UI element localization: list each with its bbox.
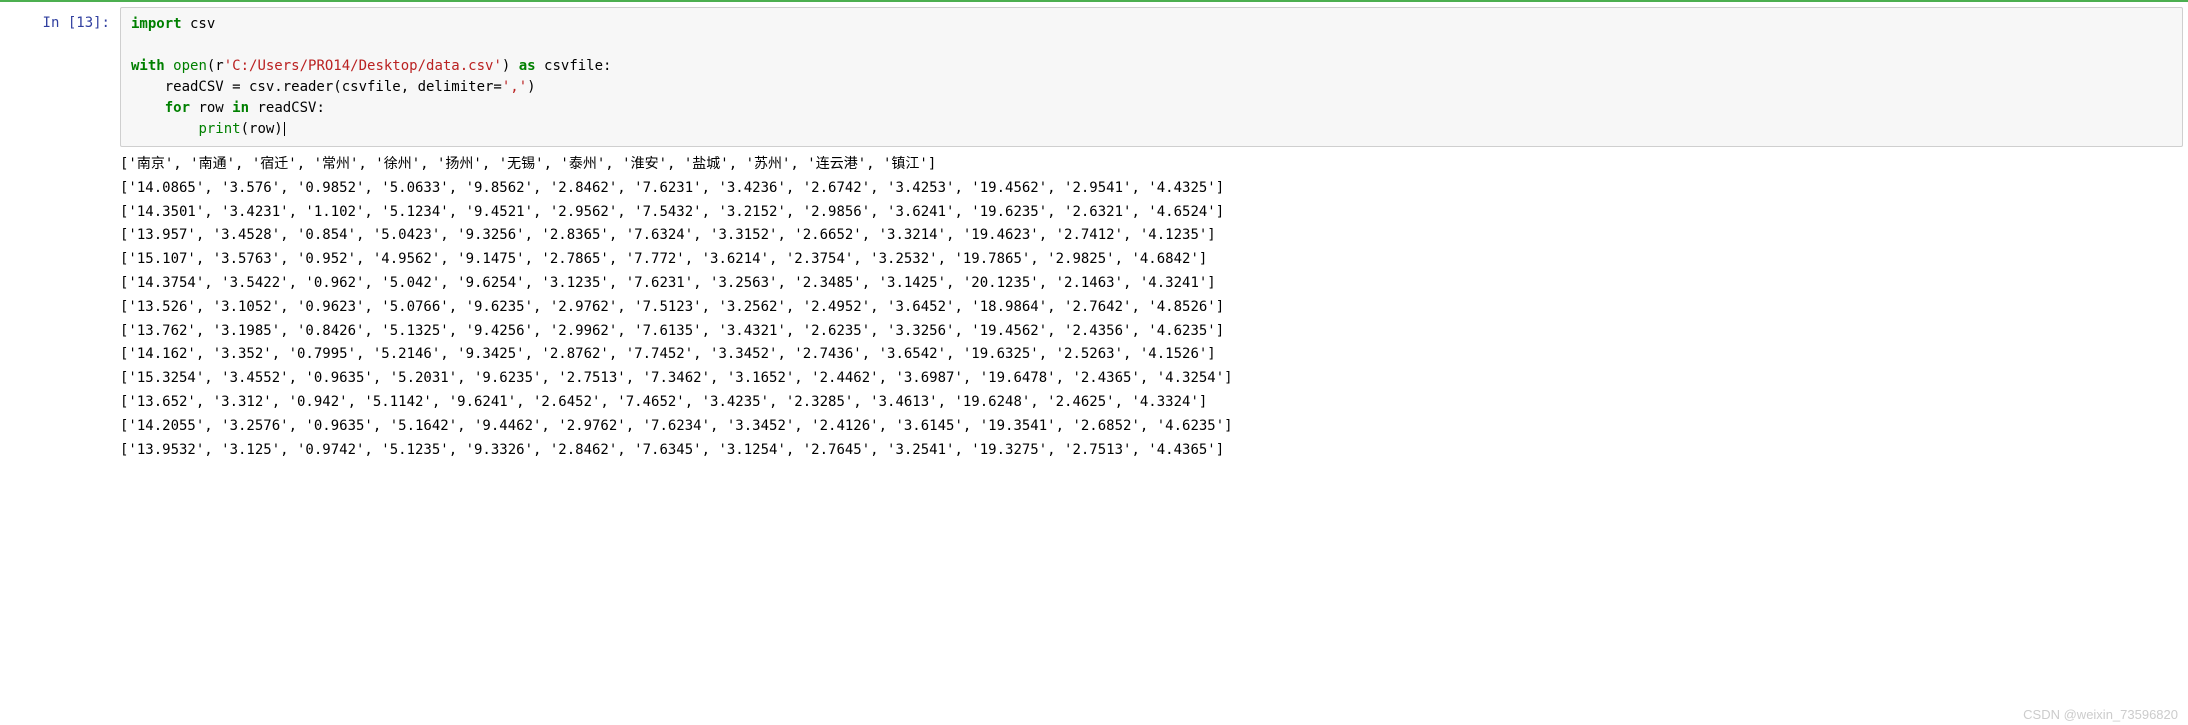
builtin-open: open xyxy=(173,58,207,74)
prompt-label: In xyxy=(43,15,60,31)
keyword-import: import xyxy=(131,16,182,32)
code-text xyxy=(131,121,198,137)
notebook-cell: In [13]: import csv with open(r'C:/Users… xyxy=(0,0,2188,462)
keyword-as: as xyxy=(519,58,536,74)
keyword-with: with xyxy=(131,58,165,74)
input-prompt: In [13]: xyxy=(0,7,120,462)
code-text: ) xyxy=(527,79,535,95)
text-cursor xyxy=(284,122,285,136)
code-text: (row) xyxy=(241,121,283,137)
string-path: 'C:/Users/PRO14/Desktop/data.csv' xyxy=(224,58,502,74)
keyword-in: in xyxy=(232,100,249,116)
output-area: ['南京', '南通', '宿迁', '常州', '徐州', '扬州', '无锡… xyxy=(120,147,2183,462)
builtin-print: print xyxy=(198,121,240,137)
code-text: ) xyxy=(502,58,519,74)
code-text: (r xyxy=(207,58,224,74)
code-text: csv xyxy=(182,16,216,32)
prompt-number: [13]: xyxy=(68,15,110,31)
code-text: readCSV = csv.reader(csvfile, delimiter= xyxy=(131,79,502,95)
code-input[interactable]: import csv with open(r'C:/Users/PRO14/De… xyxy=(120,7,2183,147)
code-text: row xyxy=(190,100,232,116)
keyword-for: for xyxy=(131,100,190,116)
code-text: readCSV: xyxy=(249,100,325,116)
code-text: csvfile: xyxy=(536,58,612,74)
string-delim: ',' xyxy=(502,79,527,95)
cell-content: import csv with open(r'C:/Users/PRO14/De… xyxy=(120,7,2183,462)
watermark: CSDN @weixin_73596820 xyxy=(2023,707,2178,722)
